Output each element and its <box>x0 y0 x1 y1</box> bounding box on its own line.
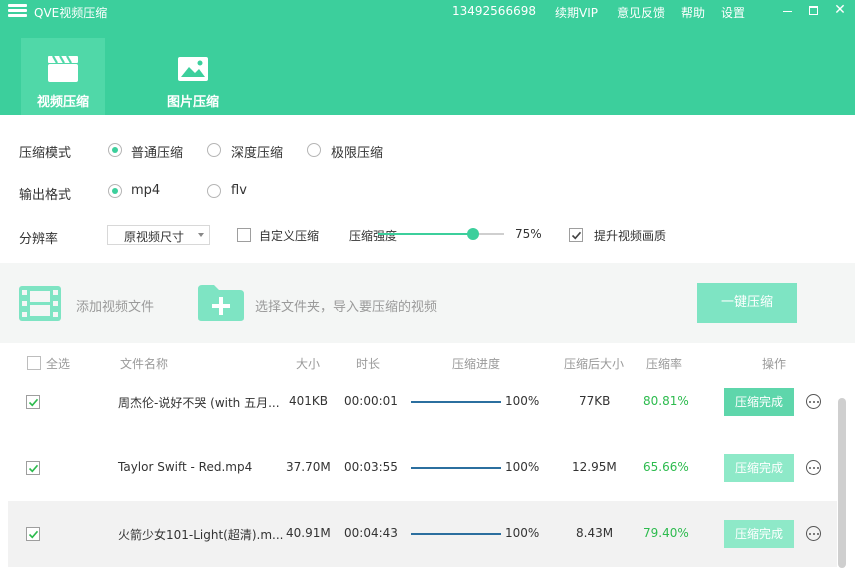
header-bar: QVE视频压缩 13492566698 续期VIP 意见反馈 帮助 设置 ✕ 视… <box>0 0 855 115</box>
strength-slider-handle[interactable] <box>466 228 479 240</box>
renew-vip-link[interactable]: 续期VIP <box>555 4 598 21</box>
mode-extreme-label[interactable]: 极限压缩 <box>331 142 383 161</box>
clapperboard-icon <box>48 55 78 82</box>
file-size: 401KB <box>289 394 329 408</box>
file-duration: 00:03:55 <box>344 460 398 474</box>
progress-text: 100% <box>505 526 540 540</box>
mode-extreme-radio[interactable] <box>307 143 321 157</box>
compress-rate: 80.81% <box>643 394 689 408</box>
status-done-button[interactable]: 压缩完成 <box>724 454 794 482</box>
film-strip-icon[interactable] <box>18 285 62 322</box>
compress-all-button[interactable]: 一键压缩 <box>697 283 797 323</box>
table-scrollbar[interactable] <box>838 398 846 568</box>
progress-text: 100% <box>505 460 540 474</box>
check-icon <box>571 231 582 240</box>
enhance-quality-label[interactable]: 提升视频画质 <box>594 227 666 244</box>
title-bar: QVE视频压缩 13492566698 续期VIP 意见反馈 帮助 设置 ✕ <box>0 0 855 24</box>
progress-text: 100% <box>505 394 540 408</box>
output-format-label: 输出格式 <box>19 188 72 203</box>
custom-compress-label[interactable]: 自定义压缩 <box>259 227 319 244</box>
maximize-button[interactable] <box>805 2 823 20</box>
add-video-file-button[interactable]: 添加视频文件 <box>76 296 154 315</box>
more-options-icon[interactable] <box>806 526 821 541</box>
more-options-icon[interactable] <box>806 460 821 475</box>
format-mp4-radio[interactable] <box>108 184 122 198</box>
mode-normal-radio[interactable] <box>108 143 122 157</box>
feedback-link[interactable]: 意见反馈 <box>617 4 665 21</box>
folder-add-icon[interactable] <box>197 284 245 322</box>
help-link[interactable]: 帮助 <box>681 4 705 21</box>
file-size: 40.91M <box>286 526 331 540</box>
mode-deep-radio[interactable] <box>207 143 221 157</box>
custom-compress-checkbox[interactable] <box>237 228 251 242</box>
resolution-select-value: 原视频尺寸 <box>124 230 185 244</box>
progress-bar <box>411 533 501 535</box>
file-name: Taylor Swift - Red.mp4 <box>118 460 253 474</box>
app-title: QVE视频压缩 <box>34 6 108 20</box>
select-all-checkbox[interactable] <box>27 356 41 370</box>
enhance-quality-checkbox[interactable] <box>569 228 583 242</box>
row-checkbox[interactable] <box>26 527 40 541</box>
compress-rate: 79.40% <box>643 526 689 540</box>
close-button[interactable]: ✕ <box>831 2 849 20</box>
strength-slider[interactable] <box>378 228 504 240</box>
row-checkbox[interactable] <box>26 461 40 475</box>
tab-label: 视频压缩 <box>36 95 89 110</box>
file-name: 火箭少女101-Light(超清).m... <box>118 528 284 542</box>
strength-slider-fill <box>378 233 473 235</box>
image-icon <box>178 57 208 81</box>
compress-mode-label: 压缩模式 <box>19 146 72 161</box>
tab-image-compress[interactable]: 图片压缩 <box>151 38 235 115</box>
strength-label: 压缩强度 <box>349 229 398 243</box>
file-duration: 00:00:01 <box>344 394 398 408</box>
select-folder-button[interactable]: 选择文件夹，导入要压缩的视频 <box>255 296 437 315</box>
minimize-button[interactable] <box>779 2 797 20</box>
more-options-icon[interactable] <box>806 394 821 409</box>
progress-bar <box>411 467 501 469</box>
compressed-size: 12.95M <box>572 460 617 474</box>
mode-normal-label[interactable]: 普通压缩 <box>131 142 183 161</box>
format-mp4-label[interactable]: mp4 <box>131 183 160 198</box>
row-checkbox[interactable] <box>26 395 40 409</box>
format-flv-radio[interactable] <box>207 184 221 198</box>
chevron-down-icon <box>198 233 204 237</box>
compress-rate: 65.66% <box>643 460 689 474</box>
status-done-button[interactable]: 压缩完成 <box>724 520 794 548</box>
file-name: 周杰伦-说好不哭 (with 五月... <box>118 396 280 410</box>
strength-value: 75% <box>515 227 542 241</box>
app-logo-icon <box>8 4 27 18</box>
resolution-label: 分辨率 <box>19 232 59 247</box>
settings-link[interactable]: 设置 <box>721 4 745 21</box>
compressed-size: 77KB <box>579 394 611 408</box>
file-duration: 00:04:43 <box>344 526 398 540</box>
check-icon <box>28 398 39 407</box>
check-icon <box>28 530 39 539</box>
file-size: 37.70M <box>286 460 331 474</box>
compressed-size: 8.43M <box>576 526 614 540</box>
tab-label: 图片压缩 <box>166 95 219 110</box>
tab-video-compress[interactable]: 视频压缩 <box>21 38 105 115</box>
format-flv-label[interactable]: flv <box>231 183 247 198</box>
user-phone: 13492566698 <box>452 4 536 18</box>
check-icon <box>28 464 39 473</box>
resolution-select[interactable]: 原视频尺寸 <box>107 225 210 245</box>
progress-bar <box>411 401 501 403</box>
status-done-button[interactable]: 压缩完成 <box>724 388 794 416</box>
mode-deep-label[interactable]: 深度压缩 <box>231 142 283 161</box>
